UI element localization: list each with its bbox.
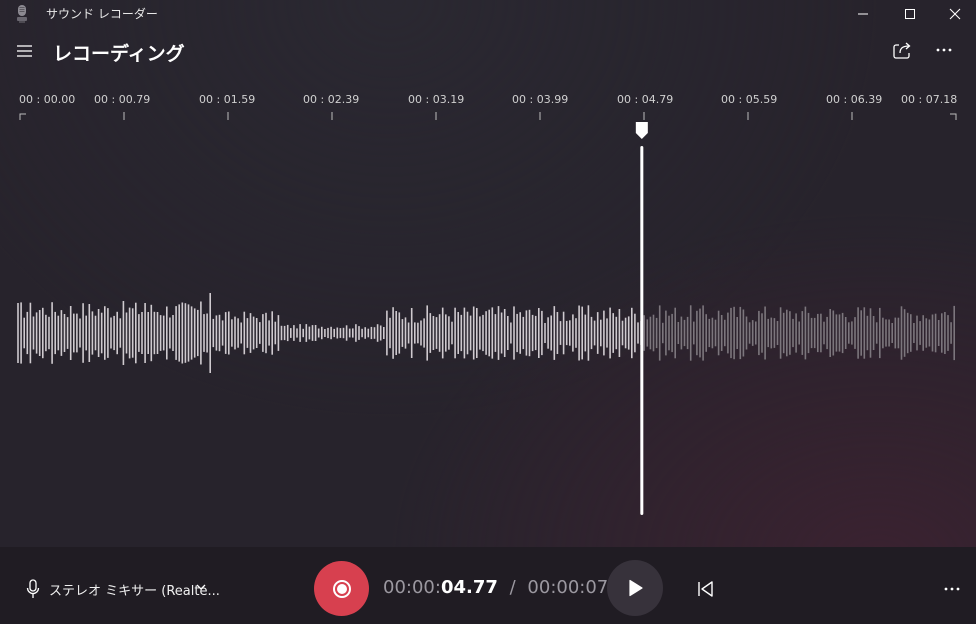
- close-button[interactable]: [932, 0, 976, 28]
- ruler-marks: [19, 112, 957, 120]
- page-header: レコーディング: [0, 34, 976, 68]
- microphone-app-icon: [17, 5, 27, 23]
- record-button[interactable]: [314, 561, 369, 616]
- time-separator: /: [509, 577, 516, 598]
- ruler-end-bracket: [950, 113, 957, 120]
- timeline-ruler: 00 : 00.00 00 : 00.79 00 : 01.59 00 : 02.39…: [0, 90, 976, 130]
- skip-to-start-icon[interactable]: [694, 578, 718, 600]
- current-time-value: 04.77: [440, 577, 498, 598]
- play-button[interactable]: [607, 560, 663, 616]
- maximize-icon: [905, 9, 915, 19]
- playhead-line[interactable]: [640, 146, 644, 515]
- chevron-down-icon[interactable]: [195, 581, 207, 593]
- playhead-handle[interactable]: [635, 122, 648, 139]
- window-title: サウンド レコーダー: [46, 7, 158, 21]
- minimize-icon: [858, 13, 868, 15]
- play-icon: [629, 579, 643, 597]
- time-readout: 00:00:04.77 / 00:00:07: [383, 577, 608, 598]
- minimize-button[interactable]: [840, 0, 886, 28]
- more-icon[interactable]: [932, 38, 956, 62]
- hamburger-menu-icon[interactable]: [14, 40, 36, 62]
- audio-waveform[interactable]: [0, 122, 976, 530]
- maximize-button[interactable]: [887, 0, 933, 28]
- microphone-icon: [26, 579, 40, 598]
- title-bar: サウンド レコーダー: [0, 0, 976, 28]
- record-icon: [332, 579, 351, 598]
- current-time-prefix: 00:00:: [383, 577, 441, 598]
- page-title: レコーディング: [53, 43, 185, 65]
- bottom-control-bar: ステレオ ミキサー (Realte... 00:00:04.77 / 00:00…: [0, 547, 976, 624]
- total-time: 00:00:07: [527, 577, 609, 598]
- close-icon: [949, 8, 961, 20]
- ruler-start-bracket: [19, 113, 26, 120]
- more-icon[interactable]: [940, 578, 964, 600]
- share-icon[interactable]: [890, 38, 914, 62]
